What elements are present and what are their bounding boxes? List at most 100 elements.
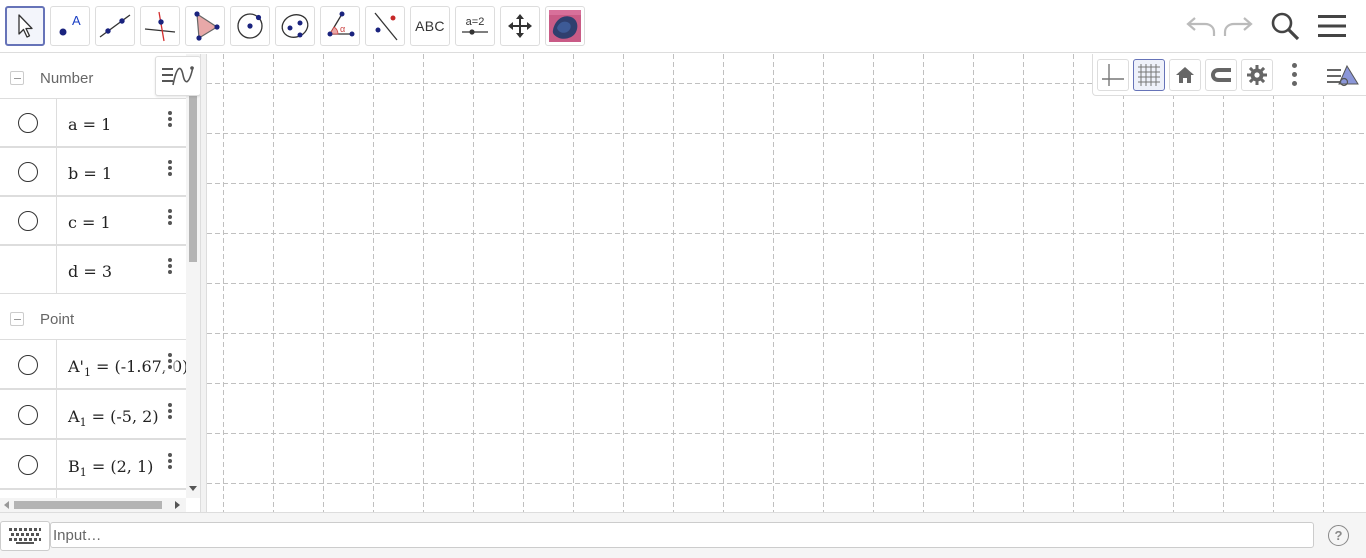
toolbar: A α ABC a=2 xyxy=(0,0,1366,53)
algebra-expression[interactable]: b = 1 xyxy=(68,164,112,183)
visibility-toggle-icon[interactable] xyxy=(18,113,38,133)
perpendicular-line-tool[interactable] xyxy=(140,6,180,46)
more-options-icon[interactable] xyxy=(164,208,176,232)
line-tool[interactable] xyxy=(95,6,135,46)
visibility-cell xyxy=(0,148,57,195)
cursor-arrow-icon xyxy=(18,14,33,38)
polygon-tool[interactable] xyxy=(185,6,225,46)
snap-button[interactable] xyxy=(1205,59,1237,91)
visibility-toggle-icon[interactable] xyxy=(18,455,38,475)
graphics-style-bar xyxy=(1092,54,1366,96)
visibility-toggle-icon[interactable] xyxy=(18,355,38,375)
move-graphics-view-tool[interactable] xyxy=(500,6,540,46)
home-button[interactable] xyxy=(1169,59,1201,91)
axes-toggle-button[interactable] xyxy=(1097,59,1129,91)
slider-track-icon xyxy=(462,29,488,35)
undo-icon[interactable] xyxy=(1183,8,1219,44)
angle-icon: α xyxy=(327,11,355,37)
visibility-toggle-icon[interactable] xyxy=(18,162,38,182)
keyboard-icon xyxy=(9,528,41,544)
algebra-row-b[interactable]: b = 1 xyxy=(0,147,186,196)
algebra-expression[interactable]: c = 1 xyxy=(68,213,111,232)
point-value: = (-5, 2) xyxy=(86,407,159,426)
point-value: = (2, 1) xyxy=(86,457,154,476)
more-options-icon[interactable] xyxy=(1289,62,1299,90)
style-bar-toggle-icon[interactable] xyxy=(1325,60,1361,90)
line-icon xyxy=(99,14,131,38)
group-label: Point xyxy=(40,310,75,328)
algebra-style-bar-toggle[interactable] xyxy=(155,56,200,96)
slider-tool[interactable]: a=2 xyxy=(455,6,495,46)
algebra-row-b1[interactable]: B1 = (2, 1) xyxy=(0,439,186,489)
slider-tool-label: a=2 xyxy=(465,16,485,28)
virtual-keyboard-button[interactable] xyxy=(0,521,50,551)
visibility-toggle-icon[interactable] xyxy=(18,405,38,425)
point-tool[interactable]: A xyxy=(50,6,90,46)
settings-button[interactable] xyxy=(1241,59,1273,91)
ellipse-tool[interactable] xyxy=(275,6,315,46)
visibility-cell xyxy=(0,340,57,388)
help-icon[interactable]: ? xyxy=(1328,525,1349,546)
grid-toggle-icon xyxy=(1138,64,1160,86)
group-header-point[interactable]: Point xyxy=(0,297,186,341)
text-tool[interactable]: ABC xyxy=(410,6,450,46)
menu-icon[interactable] xyxy=(1314,8,1350,44)
visibility-toggle-icon[interactable] xyxy=(18,211,38,231)
more-options-icon[interactable] xyxy=(164,402,176,426)
algebra-view: Number a = 1 b = 1 c = 1 d = 3 Point A'1… xyxy=(0,54,200,512)
grid xyxy=(207,54,1366,512)
algebra-row-a1[interactable]: A1 = (-5, 2) xyxy=(0,389,186,439)
input-bar: ? xyxy=(0,512,1366,558)
visibility-cell xyxy=(0,246,57,293)
graphics-view[interactable] xyxy=(207,54,1366,512)
redo-icon[interactable] xyxy=(1220,8,1256,44)
vertical-scrollbar[interactable] xyxy=(186,54,200,498)
collapse-group-icon[interactable] xyxy=(10,71,24,85)
svg-text:A: A xyxy=(72,13,81,28)
more-options-icon[interactable] xyxy=(164,452,176,476)
horizontal-scroll-thumb[interactable] xyxy=(14,501,162,509)
algebra-expression[interactable]: a = 1 xyxy=(68,115,111,134)
vertical-scroll-thumb[interactable] xyxy=(189,94,197,262)
scroll-right-arrow-icon[interactable] xyxy=(175,501,181,509)
settings-icon xyxy=(1247,65,1267,85)
algebra-input-field[interactable] xyxy=(50,522,1314,548)
algebra-row-c[interactable]: c = 1 xyxy=(0,196,186,245)
horizontal-scrollbar[interactable] xyxy=(0,498,186,512)
algebra-row-d[interactable]: d = 3 xyxy=(0,245,186,294)
move-arrows-icon xyxy=(508,14,532,38)
move-tool[interactable] xyxy=(5,6,45,46)
visibility-cell xyxy=(0,99,57,146)
algebra-expression[interactable]: A1 = (-5, 2) xyxy=(68,407,159,429)
algebra-expression[interactable]: d = 3 xyxy=(68,262,112,281)
visibility-cell xyxy=(0,197,57,244)
algebra-row-a[interactable]: a = 1 xyxy=(0,98,186,147)
image-tool[interactable] xyxy=(545,6,585,46)
magnet-icon xyxy=(1211,68,1231,82)
scroll-down-arrow-icon[interactable] xyxy=(189,486,197,492)
more-options-icon[interactable] xyxy=(164,159,176,183)
point-icon: A xyxy=(59,13,81,36)
point-name: A' xyxy=(68,357,84,376)
view-splitter[interactable] xyxy=(200,54,207,512)
grid-toggle-button[interactable] xyxy=(1133,59,1165,91)
angle-tool[interactable]: α xyxy=(320,6,360,46)
slider-icon: a=2 xyxy=(461,16,489,36)
visibility-cell xyxy=(0,440,57,488)
group-label: Number xyxy=(40,69,94,87)
search-icon[interactable] xyxy=(1267,8,1303,44)
more-options-icon[interactable] xyxy=(164,110,176,134)
svg-text:α: α xyxy=(340,24,345,34)
algebra-expression[interactable]: B1 = (2, 1) xyxy=(68,457,153,479)
reflect-tool[interactable] xyxy=(365,6,405,46)
algebra-row-a-prime-1[interactable]: A'1 = (-1.67, 0) xyxy=(0,339,188,389)
visibility-cell xyxy=(0,390,57,438)
scroll-left-arrow-icon[interactable] xyxy=(4,501,10,509)
point-subscript: 1 xyxy=(79,416,87,430)
circle-tool[interactable] xyxy=(230,6,270,46)
image-icon xyxy=(549,10,581,42)
algebra-description-icon xyxy=(162,66,194,86)
more-options-icon[interactable] xyxy=(164,257,176,281)
more-options-icon[interactable] xyxy=(164,352,176,376)
collapse-group-icon[interactable] xyxy=(10,312,24,326)
